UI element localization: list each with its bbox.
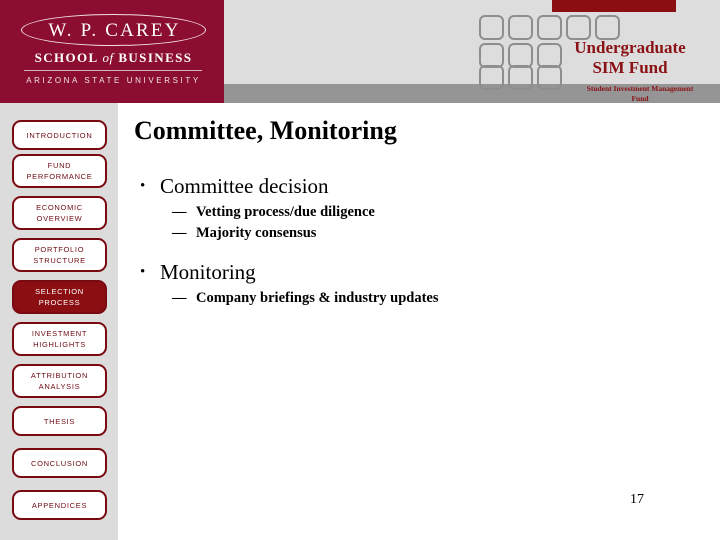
bullet-marker-icon: • [140, 264, 146, 280]
decorative-square [508, 65, 533, 90]
dash-marker-icon: — [172, 204, 187, 220]
logo-school-suffix: BUSINESS [118, 50, 193, 65]
fund-subtitle-line2: Fund [631, 94, 649, 103]
sidebar-item-label: SELECTION PROCESS [35, 287, 84, 307]
dash-marker-icon: — [172, 290, 187, 306]
page-number: 17 [630, 492, 644, 507]
sidebar-item-investment-highlights[interactable]: INVESTMENT HIGHLIGHTS [12, 322, 107, 356]
dash-marker-icon: — [172, 225, 187, 241]
sidebar-item-selection-process[interactable]: SELECTION PROCESS [12, 280, 107, 314]
sidebar-item-label: ATTRIBUTION ANALYSIS [30, 371, 89, 391]
sidebar-item-fund-performance[interactable]: FUND PERFORMANCE [12, 154, 107, 188]
logo-university-text: ARIZONA STATE UNIVERSITY [26, 76, 201, 85]
decorative-square [595, 15, 620, 40]
sidebar-item-label: APPENDICES [31, 500, 88, 510]
bullet-level2: — Company briefings & industry updates [134, 288, 694, 309]
logo-oval-outline: W. P. CAREY [21, 14, 206, 46]
page-title: Committee, Monitoring [134, 116, 397, 145]
fund-subtitle-line1: Student Investment Management [586, 84, 694, 93]
sidebar-item-conclusion[interactable]: CONCLUSION [12, 448, 107, 478]
logo-divider [24, 70, 202, 71]
sidebar-item-label: FUND PERFORMANCE [26, 161, 93, 181]
logo-school-prefix: SCHOOL [34, 50, 98, 65]
bullet-level2: — Vetting process/due diligence [134, 202, 694, 223]
bullet-group-gap [134, 244, 694, 258]
sidebar-item-thesis[interactable]: THESIS [12, 406, 107, 436]
bullet-level2-text: Majority consensus [196, 225, 317, 241]
logo-school-of: of [102, 50, 114, 65]
decorative-square [508, 15, 533, 40]
sidebar-item-label: THESIS [43, 416, 76, 426]
bullet-level1: • Monitoring [134, 258, 694, 286]
decorative-square [537, 15, 562, 40]
top-accent-bar [552, 0, 676, 12]
bullet-level1: • Committee decision [134, 172, 694, 200]
bullet-level2: — Majority consensus [134, 223, 694, 244]
fund-title-line2: SIM Fund [592, 58, 668, 77]
logo-school-text: SCHOOL of BUSINESS [21, 50, 206, 66]
sidebar-item-attribution-analysis[interactable]: ATTRIBUTION ANALYSIS [12, 364, 107, 398]
sidebar-item-label: PORTFOLIO STRUCTURE [33, 245, 86, 265]
fund-title: Undergraduate SIM Fund [540, 38, 720, 78]
bullet-level2-text: Company briefings & industry updates [196, 290, 439, 306]
sidebar-item-label: CONCLUSION [30, 458, 88, 468]
bullet-level2-text: Vetting process/due diligence [196, 204, 375, 220]
sidebar-item-label: INTRODUCTION [26, 130, 93, 140]
bullet-level1-text: Monitoring [160, 260, 256, 284]
content-body: • Committee decision — Vetting process/due … [134, 172, 694, 309]
sidebar-item-label: INVESTMENT HIGHLIGHTS [31, 329, 88, 349]
fund-subtitle: Student Investment Management Fund [560, 84, 720, 104]
bullet-level1-text: Committee decision [160, 174, 329, 198]
bullet-marker-icon: • [140, 178, 146, 194]
sidebar-item-portfolio-structure[interactable]: PORTFOLIO STRUCTURE [12, 238, 107, 272]
decorative-square [566, 15, 591, 40]
decorative-square [479, 15, 504, 40]
sidebar-nav: INTRODUCTION FUND PERFORMANCE ECONOMIC OVERV… [0, 103, 118, 540]
slide-canvas: W. P. CAREY SCHOOL of BUSINESS ARIZONA S… [0, 0, 720, 540]
fund-title-line1: Undergraduate [574, 38, 686, 57]
sidebar-item-appendices[interactable]: APPENDICES [12, 490, 107, 520]
sidebar-item-economic-overview[interactable]: ECONOMIC OVERVIEW [12, 196, 107, 230]
sidebar-item-label: ECONOMIC OVERVIEW [36, 203, 83, 223]
sidebar-item-introduction[interactable]: INTRODUCTION [12, 120, 107, 150]
logo-name-text: W. P. CAREY [48, 20, 181, 41]
decorative-square [479, 65, 504, 90]
wp-carey-logo: W. P. CAREY SCHOOL of BUSINESS ARIZONA S… [0, 0, 224, 103]
